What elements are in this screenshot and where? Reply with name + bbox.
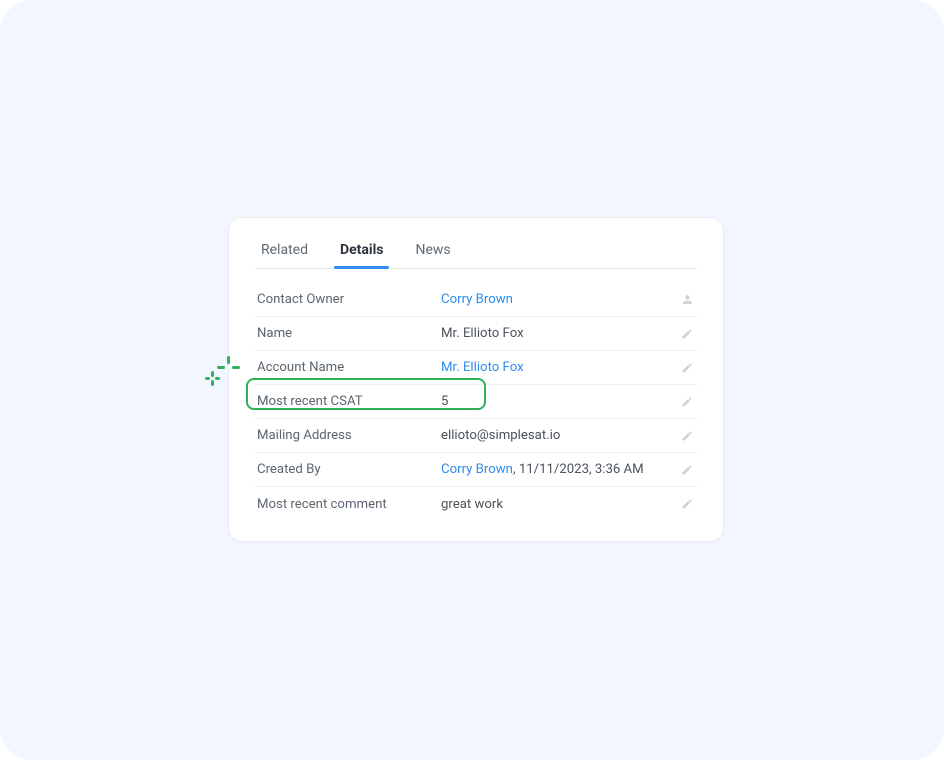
- row-account-name: Account Name Mr. Ellioto Fox: [255, 351, 697, 385]
- row-name: Name Mr. Ellioto Fox: [255, 317, 697, 351]
- tabs: Related Details News: [255, 236, 697, 269]
- value-most-recent-csat: 5: [441, 394, 679, 409]
- pencil-icon[interactable]: [679, 394, 695, 410]
- label-account-name: Account Name: [257, 360, 441, 375]
- label-contact-owner: Contact Owner: [257, 292, 441, 307]
- value-mailing-address: ellioto@simplesat.io: [441, 428, 679, 443]
- row-contact-owner: Contact Owner Corry Brown: [255, 283, 697, 317]
- row-mailing-address: Mailing Address ellioto@simplesat.io: [255, 419, 697, 453]
- tab-related[interactable]: Related: [259, 236, 310, 268]
- pencil-icon[interactable]: [679, 326, 695, 342]
- pencil-icon[interactable]: [679, 428, 695, 444]
- label-mailing-address: Mailing Address: [257, 428, 441, 443]
- value-created-by: Corry Brown, 11/11/2023, 3:36 AM: [441, 462, 679, 477]
- row-most-recent-comment: Most recent comment great work: [255, 487, 697, 521]
- link-account-name[interactable]: Mr. Ellioto Fox: [441, 360, 524, 375]
- link-created-by[interactable]: Corry Brown: [441, 462, 513, 477]
- tab-details[interactable]: Details: [338, 236, 386, 268]
- label-name: Name: [257, 326, 441, 341]
- tab-news[interactable]: News: [413, 236, 452, 268]
- row-most-recent-csat: Most recent CSAT 5: [255, 385, 697, 419]
- pencil-icon[interactable]: [679, 496, 695, 512]
- created-by-rest: , 11/11/2023, 3:36 AM: [513, 462, 644, 477]
- pencil-icon[interactable]: [679, 360, 695, 376]
- canvas: Related Details News Contact Owner Corry…: [0, 0, 944, 760]
- value-contact-owner: Corry Brown: [441, 292, 679, 307]
- label-created-by: Created By: [257, 462, 441, 477]
- label-most-recent-comment: Most recent comment: [257, 497, 441, 512]
- value-account-name: Mr. Ellioto Fox: [441, 360, 679, 375]
- value-name: Mr. Ellioto Fox: [441, 326, 679, 341]
- person-icon: [679, 292, 695, 308]
- value-most-recent-comment: great work: [441, 497, 679, 512]
- details-rows: Contact Owner Corry Brown Name Mr. Ellio…: [255, 279, 697, 521]
- link-contact-owner[interactable]: Corry Brown: [441, 292, 513, 307]
- row-created-by: Created By Corry Brown, 11/11/2023, 3:36…: [255, 453, 697, 487]
- details-card: Related Details News Contact Owner Corry…: [228, 217, 724, 542]
- pencil-icon[interactable]: [679, 462, 695, 478]
- label-most-recent-csat: Most recent CSAT: [257, 394, 441, 409]
